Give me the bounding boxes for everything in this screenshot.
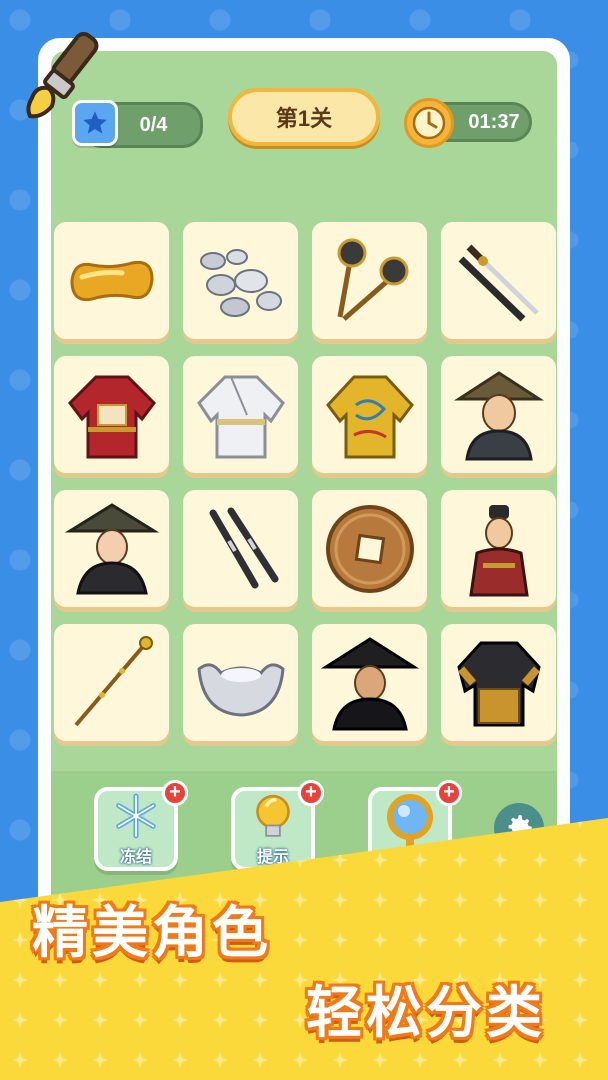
settings-button[interactable] (494, 803, 544, 853)
tile-twin-batons[interactable] (183, 490, 298, 607)
level-title-text: 第1关 (275, 106, 333, 131)
magnifier-add-button[interactable]: + (436, 780, 462, 806)
tile-red-official-robe[interactable] (54, 356, 169, 473)
star-icon (72, 100, 118, 146)
clock-icon (404, 98, 454, 148)
tile-silver-yuanbao[interactable] (183, 624, 298, 741)
freeze-add-button[interactable]: + (162, 780, 188, 806)
warrior-icon (453, 370, 544, 460)
armor-icon (456, 641, 541, 726)
promo-line-2: 轻松分类 (306, 981, 546, 1044)
swordsman-icon (320, 636, 419, 730)
tile-golden-staff[interactable] (54, 624, 169, 741)
timer-text: 01:37 (468, 110, 520, 133)
general-icon (468, 504, 529, 596)
tile-golden-armor[interactable] (441, 624, 556, 741)
tile-bronze-coin[interactable] (312, 490, 427, 607)
tile-black-hat-swordsman[interactable] (312, 624, 427, 741)
mace-icon (337, 238, 408, 321)
gold-bar-icon (69, 260, 154, 301)
tile-gold-ingot-bar[interactable] (54, 222, 169, 339)
freeze-label: 冻结 (119, 849, 152, 866)
magnifier-icon (387, 794, 433, 849)
dragon-robe-icon (325, 375, 414, 458)
level-title: 第1关 (228, 88, 380, 146)
stars-progress-text: 0/4 (139, 113, 168, 136)
hint-label: 提示 (256, 849, 289, 866)
snowflake-icon (116, 793, 156, 839)
woman-character-icon (64, 502, 159, 594)
silver-ore-icon (199, 248, 282, 317)
silver-ingot-icon (196, 662, 285, 717)
tile-twin-maces[interactable] (312, 222, 427, 339)
lightbulb-icon (256, 794, 290, 837)
gear-icon (508, 815, 532, 839)
red-robe-icon (67, 375, 156, 458)
baton-icon (209, 507, 278, 588)
sword-icon (458, 244, 539, 322)
white-robe-icon (196, 375, 285, 458)
staff-icon (73, 635, 153, 726)
tile-straw-hat-woman[interactable] (54, 490, 169, 607)
promo-line-1: 精美角色 (32, 901, 272, 964)
tile-silver-ore-pile[interactable] (183, 222, 298, 339)
item-grid (54, 222, 556, 744)
tile-white-robe[interactable] (183, 356, 298, 473)
tile-straw-hat-warrior[interactable] (441, 356, 556, 473)
tile-golden-dragon-robe[interactable] (312, 356, 427, 473)
coin-icon (325, 504, 414, 593)
hint-add-button[interactable]: + (298, 780, 324, 806)
tile-general-character[interactable] (441, 490, 556, 607)
tile-sword-and-scabbard[interactable] (441, 222, 556, 339)
